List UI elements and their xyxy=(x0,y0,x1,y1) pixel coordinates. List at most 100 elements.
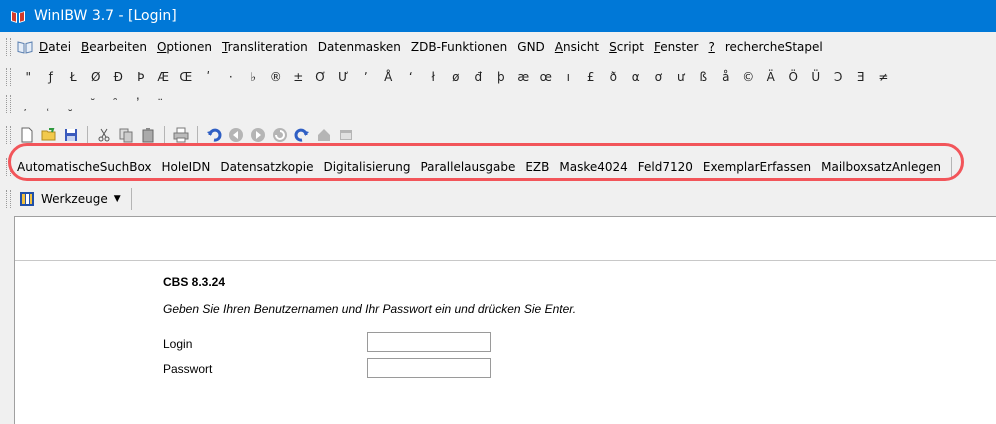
menu-item-text: D xyxy=(39,40,49,54)
toolbar-grip[interactable] xyxy=(6,190,11,208)
special-character-button[interactable]: α xyxy=(625,70,648,84)
special-character-button[interactable]: ® xyxy=(265,70,288,84)
special-character-button[interactable]: © xyxy=(737,70,760,84)
special-character-button[interactable]: ̓ xyxy=(130,97,153,111)
special-character-button[interactable]: ø xyxy=(445,70,468,84)
special-character-button[interactable]: Ł xyxy=(62,70,85,84)
special-character-button[interactable]: Ä xyxy=(760,70,783,84)
menu-item[interactable]: rechercheStapel xyxy=(725,40,823,54)
macro-button[interactable]: MailboxsatzAnlegen xyxy=(821,160,941,174)
special-character-button[interactable]: ı xyxy=(557,70,580,84)
special-character-button[interactable]: ̆ xyxy=(85,97,108,111)
special-character-button[interactable]: " xyxy=(17,70,40,84)
menu-item[interactable]: Ansicht xyxy=(555,40,599,54)
special-character-button[interactable]: ̜ xyxy=(40,97,63,111)
window-icon xyxy=(340,130,352,140)
toolbar-grip[interactable] xyxy=(6,95,11,113)
special-character-button[interactable]: đ xyxy=(467,70,490,84)
special-character-button[interactable]: Ö xyxy=(782,70,805,84)
macro-button[interactable]: ExemplarErfassen xyxy=(703,160,811,174)
home-button[interactable] xyxy=(314,125,334,145)
toolbar-grip[interactable] xyxy=(6,38,11,56)
open-folder-button[interactable] xyxy=(39,125,59,145)
back-button[interactable] xyxy=(226,125,246,145)
toolbar-separator xyxy=(197,126,198,144)
menu-item[interactable]: Optionen xyxy=(157,40,212,54)
chevron-down-icon: ▼ xyxy=(113,194,121,204)
toolbar-separator xyxy=(164,126,165,144)
special-character-button[interactable]: Ǝ xyxy=(850,70,873,84)
special-character-button[interactable]: Đ xyxy=(107,70,130,84)
special-character-button[interactable]: Ɔ xyxy=(827,70,850,84)
title-bar: WinIBW 3.7 - [Login] xyxy=(0,0,996,32)
special-character-button[interactable]: ð xyxy=(602,70,625,84)
special-character-button[interactable]: þ xyxy=(490,70,513,84)
refresh-button[interactable] xyxy=(270,125,290,145)
special-character-button[interactable]: ♭ xyxy=(242,70,265,84)
login-input[interactable] xyxy=(367,332,491,352)
special-character-button[interactable]: Ø xyxy=(85,70,108,84)
special-character-button[interactable]: Ü xyxy=(805,70,828,84)
special-character-button[interactable]: Œ xyxy=(175,70,198,84)
menu-item[interactable]: Script xyxy=(609,40,644,54)
special-character-button[interactable]: Ơ xyxy=(310,70,333,84)
special-character-button[interactable]: ̈ xyxy=(152,97,175,111)
special-character-button[interactable]: ƒ xyxy=(40,70,63,84)
print-button[interactable] xyxy=(171,125,191,145)
forward-button[interactable] xyxy=(248,125,268,145)
special-character-button[interactable]: ł xyxy=(422,70,445,84)
special-character-button[interactable]: ʼ xyxy=(355,70,378,84)
menu-item[interactable]: GND xyxy=(517,40,545,54)
special-character-button[interactable]: ± xyxy=(287,70,310,84)
menu-item[interactable]: Transliteration xyxy=(222,40,308,54)
special-character-button[interactable]: ß xyxy=(692,70,715,84)
menu-item[interactable]: Bearbeiten xyxy=(81,40,147,54)
werkzeuge-dropdown[interactable]: Werkzeuge ▼ xyxy=(17,188,127,210)
special-character-button[interactable]: ̮ xyxy=(62,97,85,111)
special-character-button[interactable]: ơ xyxy=(647,70,670,84)
menu-item[interactable]: ZDB-Funktionen xyxy=(411,40,507,54)
macro-button[interactable]: Parallelausgabe xyxy=(420,160,515,174)
new-document-button[interactable] xyxy=(17,125,37,145)
macro-button[interactable]: EZB xyxy=(525,160,549,174)
macro-button[interactable]: Feld7120 xyxy=(638,160,693,174)
menu-item[interactable]: Datenmasken xyxy=(318,40,401,54)
special-character-button[interactable]: ʹ xyxy=(197,70,220,84)
login-document: CBS 8.3.24 Geben Sie Ihren Benutzernamen… xyxy=(14,216,996,424)
special-character-button[interactable]: ʻ xyxy=(400,70,423,84)
special-character-button[interactable]: ̦ xyxy=(17,97,40,111)
toolbar-grip[interactable] xyxy=(6,68,11,86)
toolbar-grip[interactable] xyxy=(6,126,11,144)
special-character-button[interactable]: ≠ xyxy=(872,70,895,84)
macro-button[interactable]: Maske4024 xyxy=(559,160,627,174)
undo-button[interactable] xyxy=(204,125,224,145)
macro-button[interactable]: Datensatzkopie xyxy=(220,160,313,174)
special-character-button[interactable]: œ xyxy=(535,70,558,84)
save-icon xyxy=(65,129,77,141)
macro-button[interactable]: AutomatischeSuchBox xyxy=(17,160,152,174)
special-character-button[interactable]: æ xyxy=(512,70,535,84)
copy-button[interactable] xyxy=(116,125,136,145)
window-button[interactable] xyxy=(336,125,356,145)
menu-item[interactable]: Fenster xyxy=(654,40,699,54)
redo-button[interactable] xyxy=(292,125,312,145)
special-character-button[interactable]: Þ xyxy=(130,70,153,84)
paste-button[interactable] xyxy=(138,125,158,145)
special-character-button[interactable]: å xyxy=(715,70,738,84)
special-character-button[interactable]: · xyxy=(220,70,243,84)
special-character-button[interactable]: Æ xyxy=(152,70,175,84)
special-character-button[interactable]: ̑ xyxy=(107,97,130,111)
macro-button[interactable]: HoleIDN xyxy=(162,160,211,174)
menu-item[interactable]: Datei xyxy=(39,40,71,54)
special-character-button[interactable]: Ư xyxy=(332,70,355,84)
menu-item[interactable]: ? xyxy=(708,40,714,54)
cut-button[interactable] xyxy=(94,125,114,145)
special-character-button[interactable]: Å xyxy=(377,70,400,84)
toolbar-grip[interactable] xyxy=(6,158,11,176)
macro-button[interactable]: Digitalisierung xyxy=(323,160,410,174)
special-character-button[interactable]: £ xyxy=(580,70,603,84)
menu-item-text: enster xyxy=(660,40,699,54)
special-character-button[interactable]: ư xyxy=(670,70,693,84)
password-input[interactable] xyxy=(367,358,491,378)
save-button[interactable] xyxy=(61,125,81,145)
